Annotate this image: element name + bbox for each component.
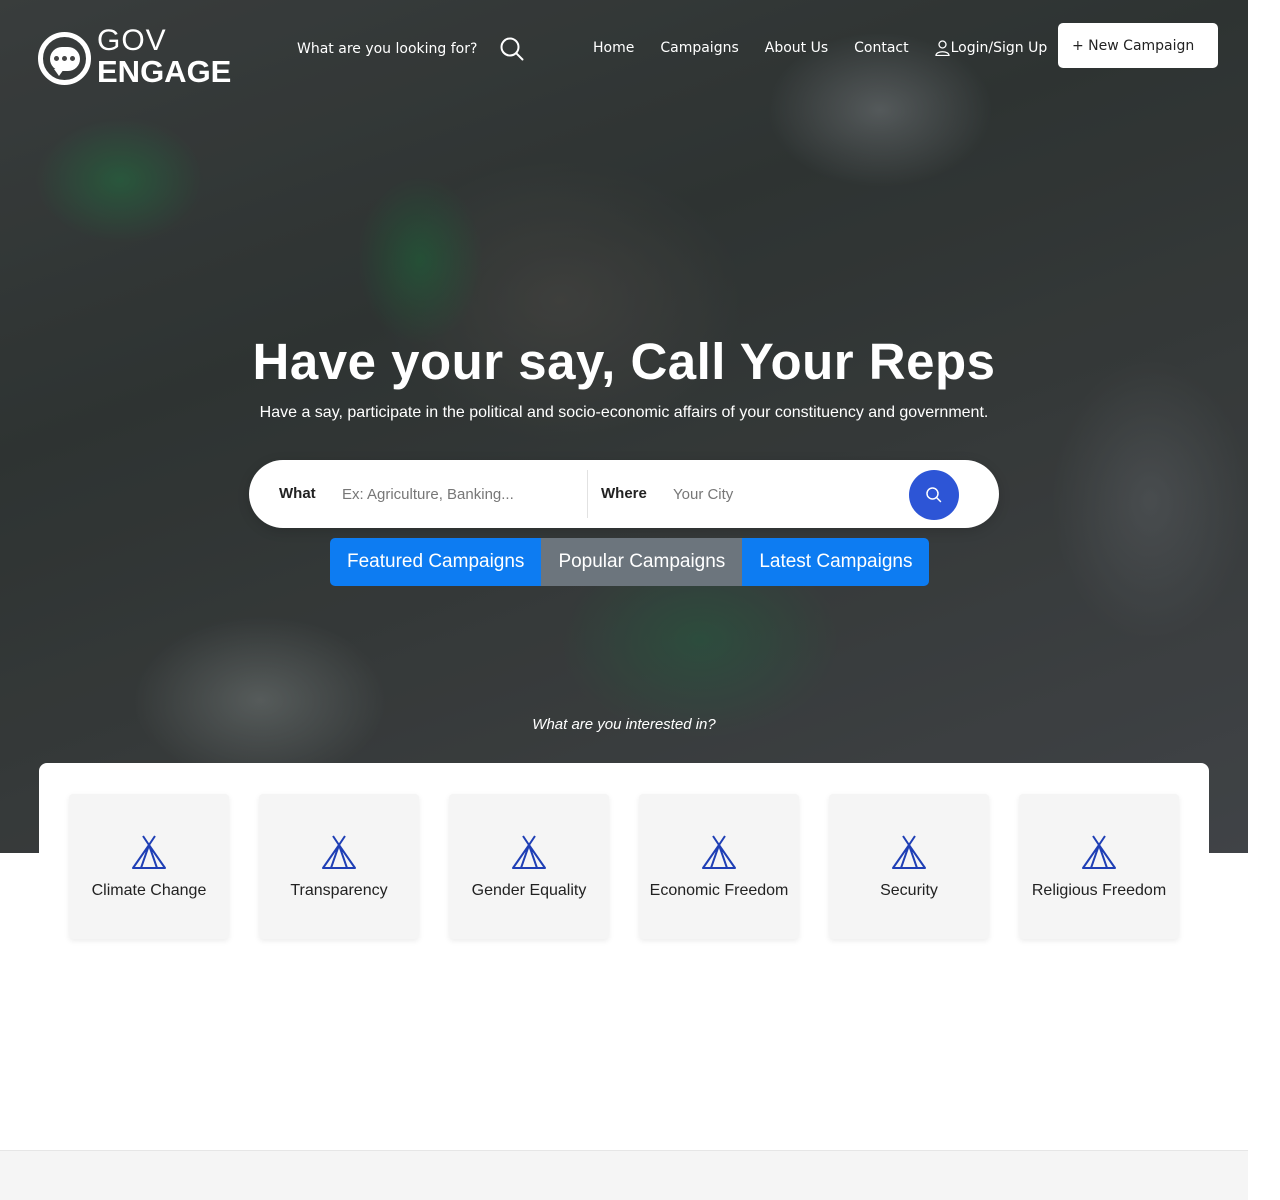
- category-card-climate-change[interactable]: Climate Change: [69, 794, 229, 939]
- nav-home[interactable]: Home: [593, 40, 634, 56]
- tent-icon: [132, 835, 166, 869]
- campaign-tabs: Featured Campaigns Popular Campaigns Lat…: [330, 538, 930, 586]
- tab-featured-campaigns[interactable]: Featured Campaigns: [330, 538, 542, 586]
- user-icon: [934, 40, 950, 56]
- category-label: Security: [880, 882, 938, 899]
- search-divider: [587, 470, 588, 518]
- nav-about-us[interactable]: About Us: [765, 40, 828, 56]
- hero-title: Have your say, Call Your Reps: [252, 333, 996, 390]
- category-card-religious-freedom[interactable]: Religious Freedom: [1019, 794, 1179, 939]
- campaign-search-bar: What Where: [249, 460, 999, 528]
- header-search-prompt[interactable]: What are you looking for?: [297, 41, 477, 57]
- category-card-gender-equality[interactable]: Gender Equality: [449, 794, 609, 939]
- site-logo[interactable]: GOV ENGAGE: [38, 26, 232, 89]
- search-icon[interactable]: [499, 36, 525, 62]
- what-input[interactable]: [342, 480, 577, 508]
- hero-subtitle: Have a say, participate in the political…: [259, 404, 989, 421]
- header-search[interactable]: What are you looking for?: [297, 36, 525, 62]
- category-label: Climate Change: [91, 882, 207, 899]
- category-card-transparency[interactable]: Transparency: [259, 794, 419, 939]
- hero-banner: GOV ENGAGE What are you looking for? Hom…: [0, 0, 1248, 853]
- category-label: Economic Freedom: [649, 882, 789, 899]
- logo-text-gov: GOV: [97, 24, 167, 57]
- tent-icon: [892, 835, 926, 869]
- categories-panel: Climate Change Transparency Gender Equal…: [39, 763, 1209, 963]
- tent-icon: [512, 835, 546, 869]
- tab-popular-campaigns[interactable]: Popular Campaigns: [541, 538, 743, 586]
- chat-bubble-icon: [38, 32, 91, 85]
- interest-prompt: What are you interested in?: [532, 716, 716, 733]
- nav-login-signup[interactable]: Login/Sign Up: [934, 40, 1048, 56]
- tent-icon: [1082, 835, 1116, 869]
- tent-icon: [322, 835, 356, 869]
- where-input[interactable]: [673, 480, 893, 508]
- main-nav: Home Campaigns About Us Contact Login/Si…: [593, 40, 1073, 56]
- category-label: Gender Equality: [471, 882, 587, 899]
- logo-text-engage: ENGAGE: [97, 54, 232, 89]
- tent-icon: [702, 835, 736, 869]
- nav-login-signup-label: Login/Sign Up: [950, 40, 1048, 56]
- category-label: Transparency: [290, 882, 388, 899]
- footer-strip: [0, 1150, 1248, 1200]
- where-label: Where: [601, 485, 647, 502]
- category-card-economic-freedom[interactable]: Economic Freedom: [639, 794, 799, 939]
- new-campaign-button[interactable]: + New Campaign: [1058, 23, 1218, 68]
- tab-latest-campaigns[interactable]: Latest Campaigns: [742, 538, 930, 586]
- search-submit-button[interactable]: [909, 470, 959, 520]
- search-icon: [926, 487, 942, 503]
- nav-campaigns[interactable]: Campaigns: [660, 40, 738, 56]
- category-card-security[interactable]: Security: [829, 794, 989, 939]
- what-label: What: [279, 485, 316, 502]
- category-label: Religious Freedom: [1031, 882, 1167, 899]
- nav-contact[interactable]: Contact: [854, 40, 908, 56]
